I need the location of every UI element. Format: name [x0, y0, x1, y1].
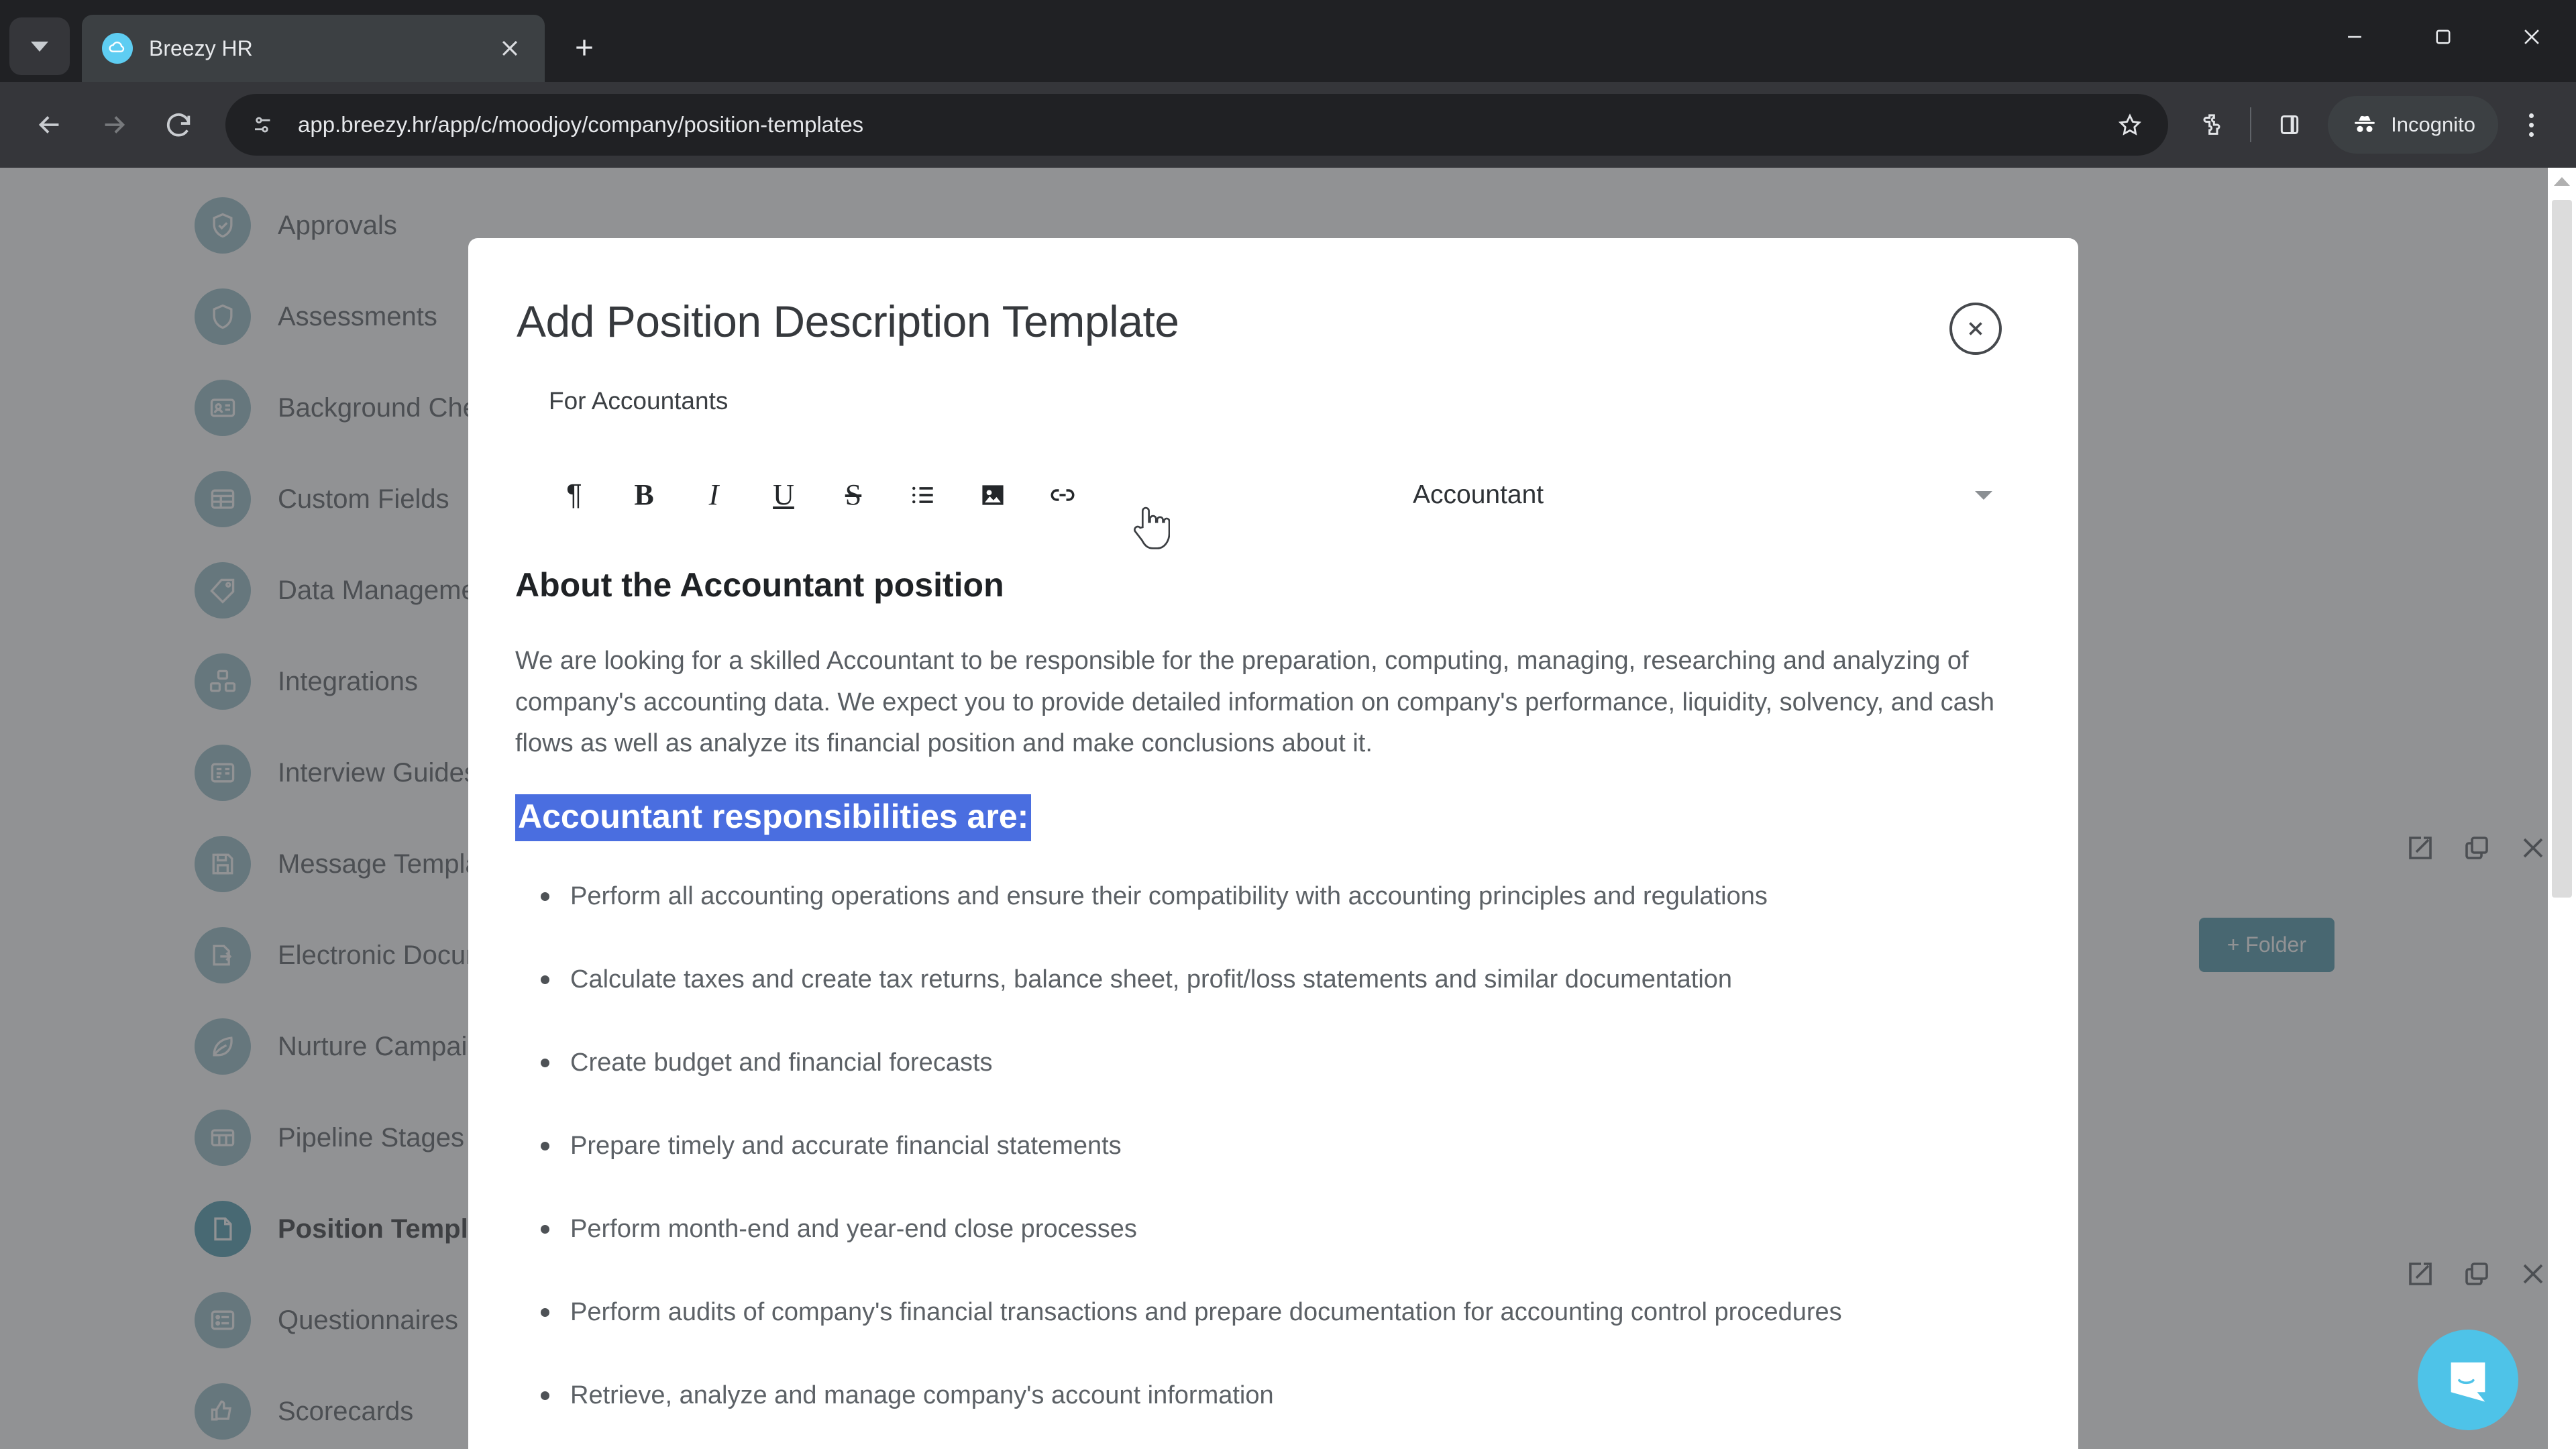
chat-bubble-icon: [2451, 1362, 2485, 1402]
bullet-list-icon[interactable]: [888, 465, 958, 525]
bold-icon[interactable]: B: [609, 465, 679, 525]
list-item: Perform all accounting operations and en…: [541, 876, 2030, 916]
incognito-indicator[interactable]: Incognito: [2328, 96, 2498, 154]
site-settings-icon[interactable]: [244, 106, 282, 144]
close-circle-icon[interactable]: [1949, 303, 2002, 355]
tab-search-button[interactable]: [9, 17, 70, 75]
kebab-dot: [2528, 113, 2534, 118]
extensions-button[interactable]: [2183, 96, 2241, 154]
scroll-up-arrow-icon[interactable]: [2548, 168, 2576, 195]
position-select[interactable]: Accountant: [1413, 480, 2030, 510]
kebab-dot: [2528, 122, 2534, 127]
minimize-icon: [2348, 36, 2361, 38]
mouse-cursor-pointer: [1134, 506, 1170, 549]
document-paragraph: We are looking for a skilled Accountant …: [515, 647, 1994, 758]
list-item: Perform month-end and year-end close pro…: [541, 1209, 2030, 1249]
reload-icon: [166, 113, 191, 137]
maximize-button[interactable]: [2399, 0, 2487, 74]
chevron-down-icon: [31, 41, 48, 52]
tab-title: Breezy HR: [149, 36, 253, 60]
image-icon[interactable]: [958, 465, 1028, 525]
side-panel-button[interactable]: [2261, 96, 2318, 154]
editor-toolbar: ¶ B I U S Accountant: [517, 465, 2030, 549]
page-viewport: Approvals Assessments Bac: [0, 168, 2576, 1449]
responsibilities-list: Perform all accounting operations and en…: [491, 876, 2030, 1415]
underline-icon[interactable]: U: [749, 465, 818, 525]
puzzle-icon: [2203, 114, 2220, 135]
tab-strip: Breezy HR: [0, 0, 2576, 82]
close-icon: [2524, 30, 2539, 44]
list-item: Create budget and financial forecasts: [541, 1042, 2030, 1083]
browser-toolbar: app.breezy.hr/app/c/moodjoy/company/posi…: [0, 82, 2576, 168]
page-scrollbar[interactable]: [2548, 168, 2576, 1449]
breezy-cloud-icon: [102, 33, 133, 64]
forward-button[interactable]: [82, 93, 146, 157]
list-item: Retrieve, analyze and manage company's a…: [541, 1375, 2030, 1415]
selected-heading: Accountant responsibilities are:: [515, 794, 1032, 841]
list-item: Calculate taxes and create tax returns, …: [541, 959, 2030, 1000]
minimize-button[interactable]: [2310, 0, 2399, 74]
arrow-forward-icon: [105, 116, 125, 133]
modal-header: Add Position Description Template: [517, 238, 2030, 355]
position-select-value: Accountant: [1413, 480, 1544, 509]
plus-icon: [576, 40, 592, 56]
maximize-icon: [2436, 30, 2451, 44]
document-heading: About the Accountant position: [515, 566, 1004, 604]
back-button[interactable]: [17, 93, 82, 157]
side-panel-icon: [2281, 115, 2299, 134]
chevron-down-icon: [1975, 490, 1992, 500]
reload-button[interactable]: [146, 93, 211, 157]
paragraph-icon[interactable]: ¶: [539, 465, 609, 525]
star-icon[interactable]: [2104, 99, 2156, 151]
strikethrough-icon[interactable]: S: [818, 465, 888, 525]
template-document[interactable]: About the Accountant position We are loo…: [468, 566, 2078, 1415]
close-window-button[interactable]: [2487, 0, 2576, 74]
close-icon[interactable]: [492, 31, 527, 66]
kebab-dot: [2528, 131, 2534, 137]
url-text: app.breezy.hr/app/c/moodjoy/company/posi…: [298, 112, 864, 137]
scrollbar-thumb[interactable]: [2552, 200, 2572, 898]
intercom-launcher[interactable]: [2418, 1330, 2518, 1430]
browser-tab[interactable]: Breezy HR: [82, 15, 545, 82]
modal-title: Add Position Description Template: [517, 297, 1179, 346]
arrow-back-icon: [38, 116, 59, 133]
incognito-label: Incognito: [2391, 113, 2475, 136]
new-tab-button[interactable]: [561, 24, 608, 71]
toolbar-divider: [2250, 107, 2252, 142]
list-item: Prepare timely and accurate financial st…: [541, 1126, 2030, 1166]
incognito-icon: [2355, 115, 2375, 132]
kebab-menu-icon[interactable]: [2504, 96, 2559, 154]
address-bar[interactable]: app.breezy.hr/app/c/moodjoy/company/posi…: [225, 94, 2169, 156]
modal-subtitle: For Accountants: [549, 387, 729, 415]
list-item: Perform audits of company's financial tr…: [541, 1292, 2030, 1332]
add-position-template-modal: Add Position Description Template For Ac…: [468, 238, 2078, 1449]
italic-icon[interactable]: I: [679, 465, 749, 525]
window-controls: [2310, 0, 2576, 74]
browser-window: Breezy HR app.breezy.hr/app/c/moodjoy/co…: [0, 0, 2576, 1449]
link-icon[interactable]: [1028, 465, 1097, 525]
